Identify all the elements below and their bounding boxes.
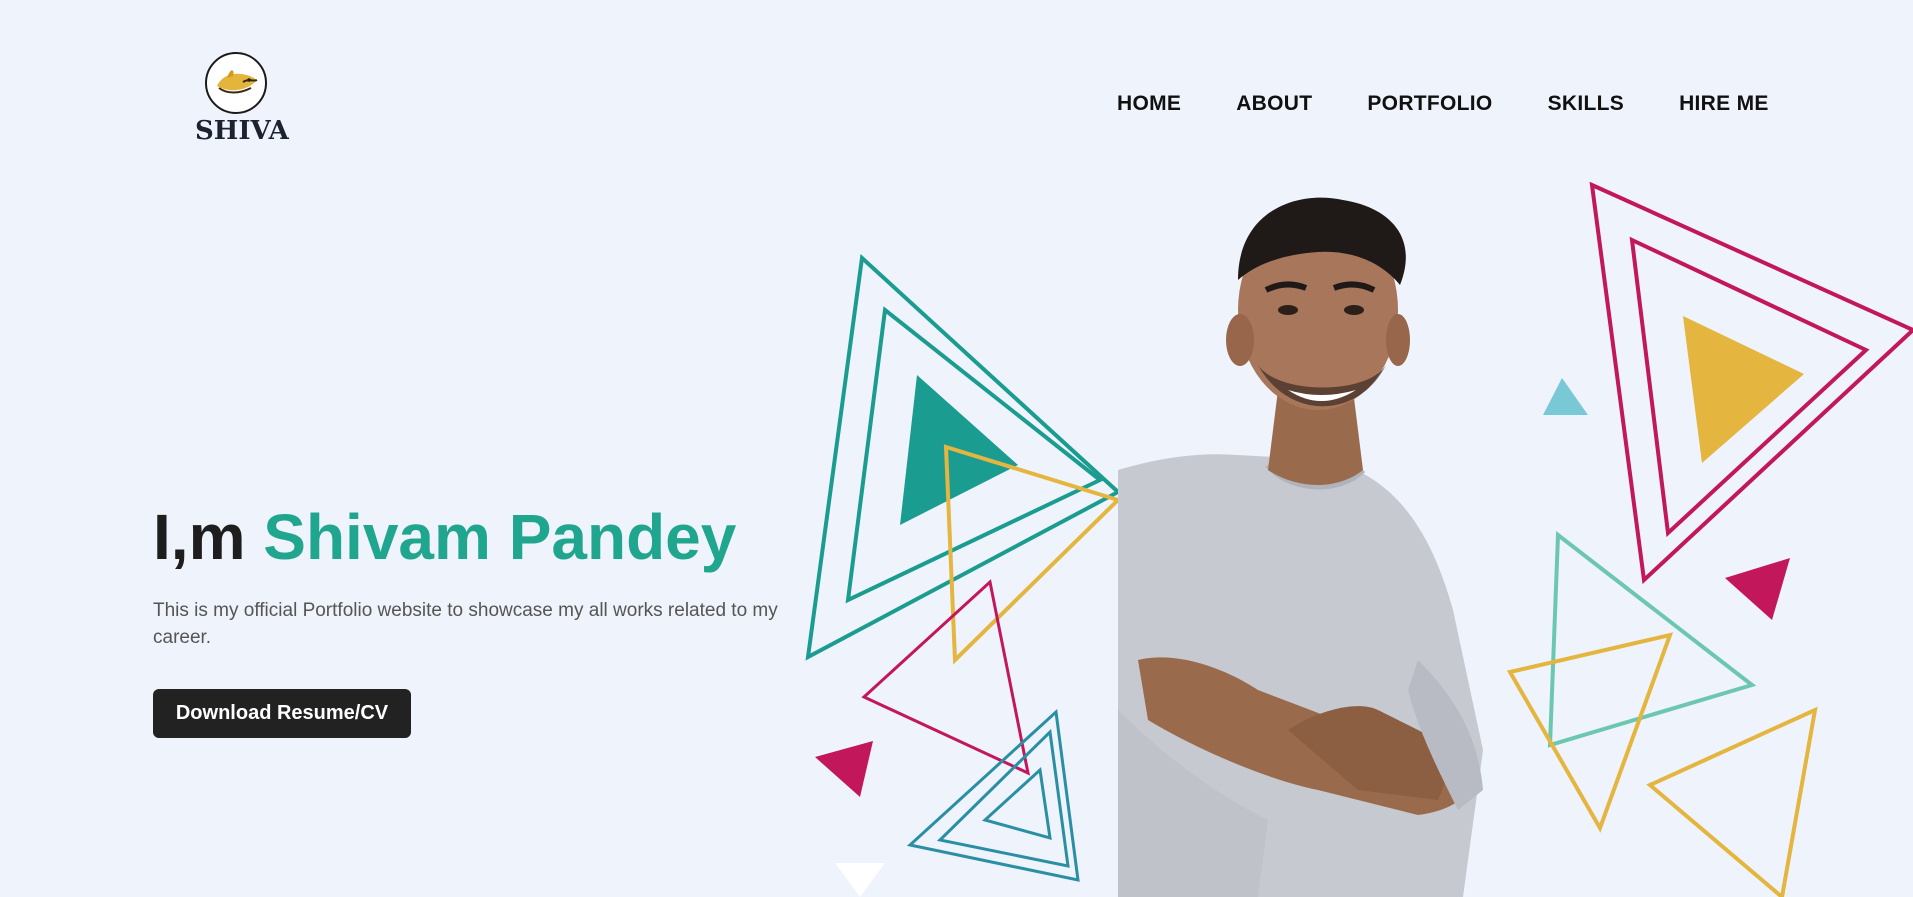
download-resume-button[interactable]: Download Resume/CV: [153, 689, 411, 738]
hero-name: Shivam Pandey: [263, 501, 737, 573]
portrait-photo: [1118, 190, 1638, 897]
hero-greeting: I,m: [153, 501, 246, 573]
hero-description: This is my official Portfolio website to…: [153, 600, 778, 648]
hero-title: I,m Shivam Pandey: [153, 500, 736, 574]
